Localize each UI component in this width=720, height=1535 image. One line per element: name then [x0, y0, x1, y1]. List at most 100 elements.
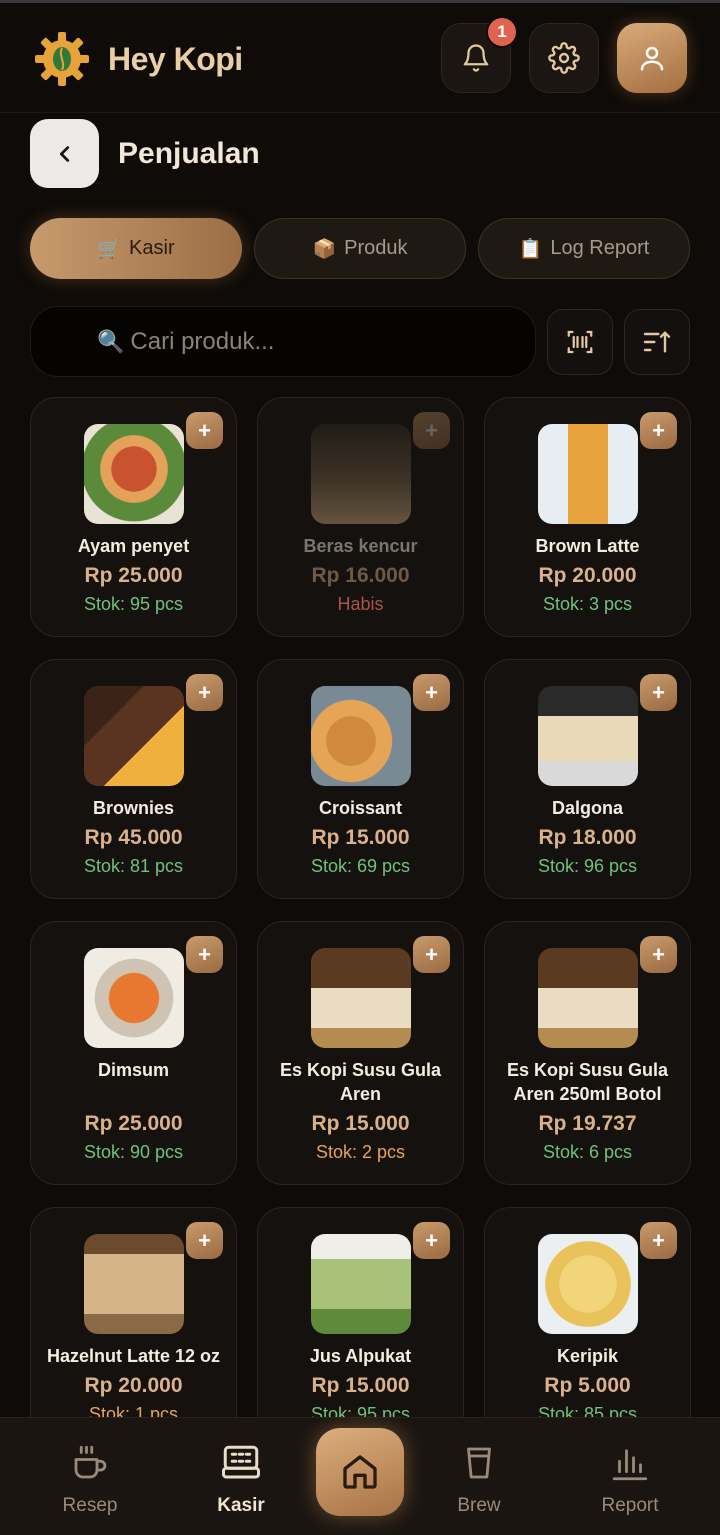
barcode-scan-icon — [567, 330, 593, 354]
product-price: Rp 15.000 — [311, 1374, 410, 1397]
product-stock: Stok: 69 pcs — [310, 856, 411, 876]
clipboard-icon: 📋 — [518, 238, 543, 260]
product-price: Rp 15.000 — [311, 826, 410, 849]
product-price: Rp 20.000 — [538, 564, 637, 587]
product-image — [538, 948, 638, 1048]
tab-kasir[interactable]: 🛒 Kasir — [30, 218, 242, 279]
add-to-cart-button[interactable]: + — [640, 1222, 677, 1259]
chevron-left-icon — [59, 145, 69, 162]
product-name: Brown Latte — [535, 536, 640, 556]
product-name: Dalgona — [551, 798, 623, 818]
cup-icon — [467, 1447, 491, 1479]
add-to-cart-button[interactable]: + — [413, 936, 450, 973]
add-to-cart-button[interactable]: + — [640, 936, 677, 973]
product-card[interactable]: + Brownies Rp 45.000 Stok: 81 pcs — [30, 659, 237, 899]
nav-label: Resep — [62, 1495, 118, 1516]
add-to-cart-button[interactable]: + — [413, 1222, 450, 1259]
tab-produk[interactable]: 📦 Produk — [254, 218, 466, 279]
product-name: Jus Alpukat — [309, 1346, 412, 1366]
search-input[interactable] — [130, 327, 491, 356]
product-price: Rp 45.000 — [84, 826, 183, 849]
product-card[interactable]: + Dimsum Rp 25.000 Stok: 90 pcs — [30, 921, 237, 1185]
cart-icon: 🛒 — [97, 238, 122, 260]
product-name: Es Kopi Susu Gula Aren 250ml Botol — [506, 1060, 669, 1104]
home-button[interactable] — [316, 1428, 404, 1516]
product-card[interactable]: + Croissant Rp 15.000 Stok: 69 pcs — [257, 659, 464, 899]
nav-item-report[interactable]: Report — [570, 1442, 690, 1517]
product-card[interactable]: + Es Kopi Susu Gula Aren Rp 15.000 Stok: 2 … — [257, 921, 464, 1185]
home-icon — [343, 1455, 377, 1489]
user-icon — [640, 46, 664, 71]
product-card[interactable]: + Dalgona Rp 18.000 Stok: 96 pcs — [484, 659, 691, 899]
add-to-cart-button[interactable]: + — [413, 674, 450, 711]
product-grid: + Ayam penyet Rp 25.000 Stok: 95 pcs + Beras … — [0, 395, 720, 1417]
add-to-cart-button[interactable]: + — [413, 412, 450, 449]
product-price: Rp 25.000 — [84, 1112, 183, 1135]
product-card[interactable]: + Ayam penyet Rp 25.000 Stok: 95 pcs — [30, 397, 237, 637]
product-card[interactable]: + Keripik Rp 5.000 Stok: 85 pcs — [484, 1207, 691, 1417]
tab-label: Kasir — [129, 237, 175, 259]
tab-label: Log Report — [550, 237, 650, 259]
product-stock: Stok: 96 pcs — [537, 856, 638, 876]
product-card[interactable]: + Beras kencur Rp 16.000 Habis — [257, 397, 464, 637]
bell-icon — [463, 44, 489, 72]
barcode-scan-button[interactable] — [547, 309, 613, 375]
product-name: Keripik — [556, 1346, 619, 1366]
cash-register-icon — [222, 1445, 260, 1479]
add-to-cart-button[interactable]: + — [640, 674, 677, 711]
nav-item-brew[interactable]: Brew — [419, 1442, 539, 1517]
product-name: Brownies — [92, 798, 175, 818]
product-image — [538, 1234, 638, 1334]
add-to-cart-button[interactable]: + — [186, 936, 223, 973]
search-bar: 🔍 — [30, 306, 536, 377]
product-image — [311, 948, 411, 1048]
product-card[interactable]: + Es Kopi Susu Gula Aren 250ml Botol Rp 19… — [484, 921, 691, 1185]
product-image — [538, 686, 638, 786]
product-price: Rp 18.000 — [538, 826, 637, 849]
nav-label: Report — [601, 1495, 659, 1516]
product-image — [84, 424, 184, 524]
tab-label: Produk — [344, 237, 408, 259]
product-card[interactable]: + Brown Latte Rp 20.000 Stok: 3 pcs — [484, 397, 691, 637]
product-price: Rp 20.000 — [84, 1374, 183, 1397]
product-card[interactable]: + Jus Alpukat Rp 15.000 Stok: 95 pcs — [257, 1207, 464, 1417]
bar-chart-icon — [612, 1449, 648, 1481]
product-price: Rp 19.737 — [538, 1112, 637, 1135]
product-name: Es Kopi Susu Gula Aren — [279, 1060, 442, 1104]
product-price: Rp 5.000 — [544, 1374, 631, 1397]
sort-icon — [643, 331, 671, 353]
product-image — [84, 686, 184, 786]
nav-item-kasir[interactable]: Kasir — [181, 1442, 301, 1517]
product-price: Rp 15.000 — [311, 1112, 410, 1135]
product-name: Hazelnut Latte 12 oz — [46, 1346, 221, 1366]
product-stock: Stok: 85 pcs — [537, 1404, 638, 1417]
product-name: Dimsum — [97, 1060, 169, 1080]
product-stock: Stok: 3 pcs — [542, 594, 633, 614]
product-price: Rp 25.000 — [84, 564, 183, 587]
add-to-cart-button[interactable]: + — [186, 1222, 223, 1259]
product-stock: Stok: 1 pcs — [88, 1404, 179, 1417]
product-stock: Stok: 95 pcs — [310, 1404, 411, 1417]
notification-badge: 1 — [486, 16, 518, 48]
settings-button[interactable] — [529, 23, 599, 93]
add-to-cart-button[interactable]: + — [186, 674, 223, 711]
profile-button[interactable] — [617, 23, 687, 93]
nav-label: Kasir — [217, 1495, 265, 1516]
product-stock: Stok: 90 pcs — [83, 1142, 184, 1162]
product-price: Rp 16.000 — [311, 564, 410, 587]
product-card[interactable]: + Hazelnut Latte 12 oz Rp 20.000 Stok: 1 pc… — [30, 1207, 237, 1417]
product-image — [84, 948, 184, 1048]
product-name: Croissant — [318, 798, 403, 818]
page-title: Penjualan — [118, 137, 260, 170]
search-icon: 🔍 — [97, 328, 125, 354]
add-to-cart-button[interactable]: + — [186, 412, 223, 449]
product-image — [538, 424, 638, 524]
product-image — [84, 1234, 184, 1334]
sort-button[interactable] — [624, 309, 690, 375]
product-stock: Habis — [337, 594, 384, 614]
add-to-cart-button[interactable]: + — [640, 412, 677, 449]
back-button[interactable] — [30, 119, 99, 188]
tab-log-report[interactable]: 📋 Log Report — [478, 218, 690, 279]
nav-item-resep[interactable]: Resep — [30, 1442, 150, 1517]
product-stock: Stok: 95 pcs — [83, 594, 184, 614]
